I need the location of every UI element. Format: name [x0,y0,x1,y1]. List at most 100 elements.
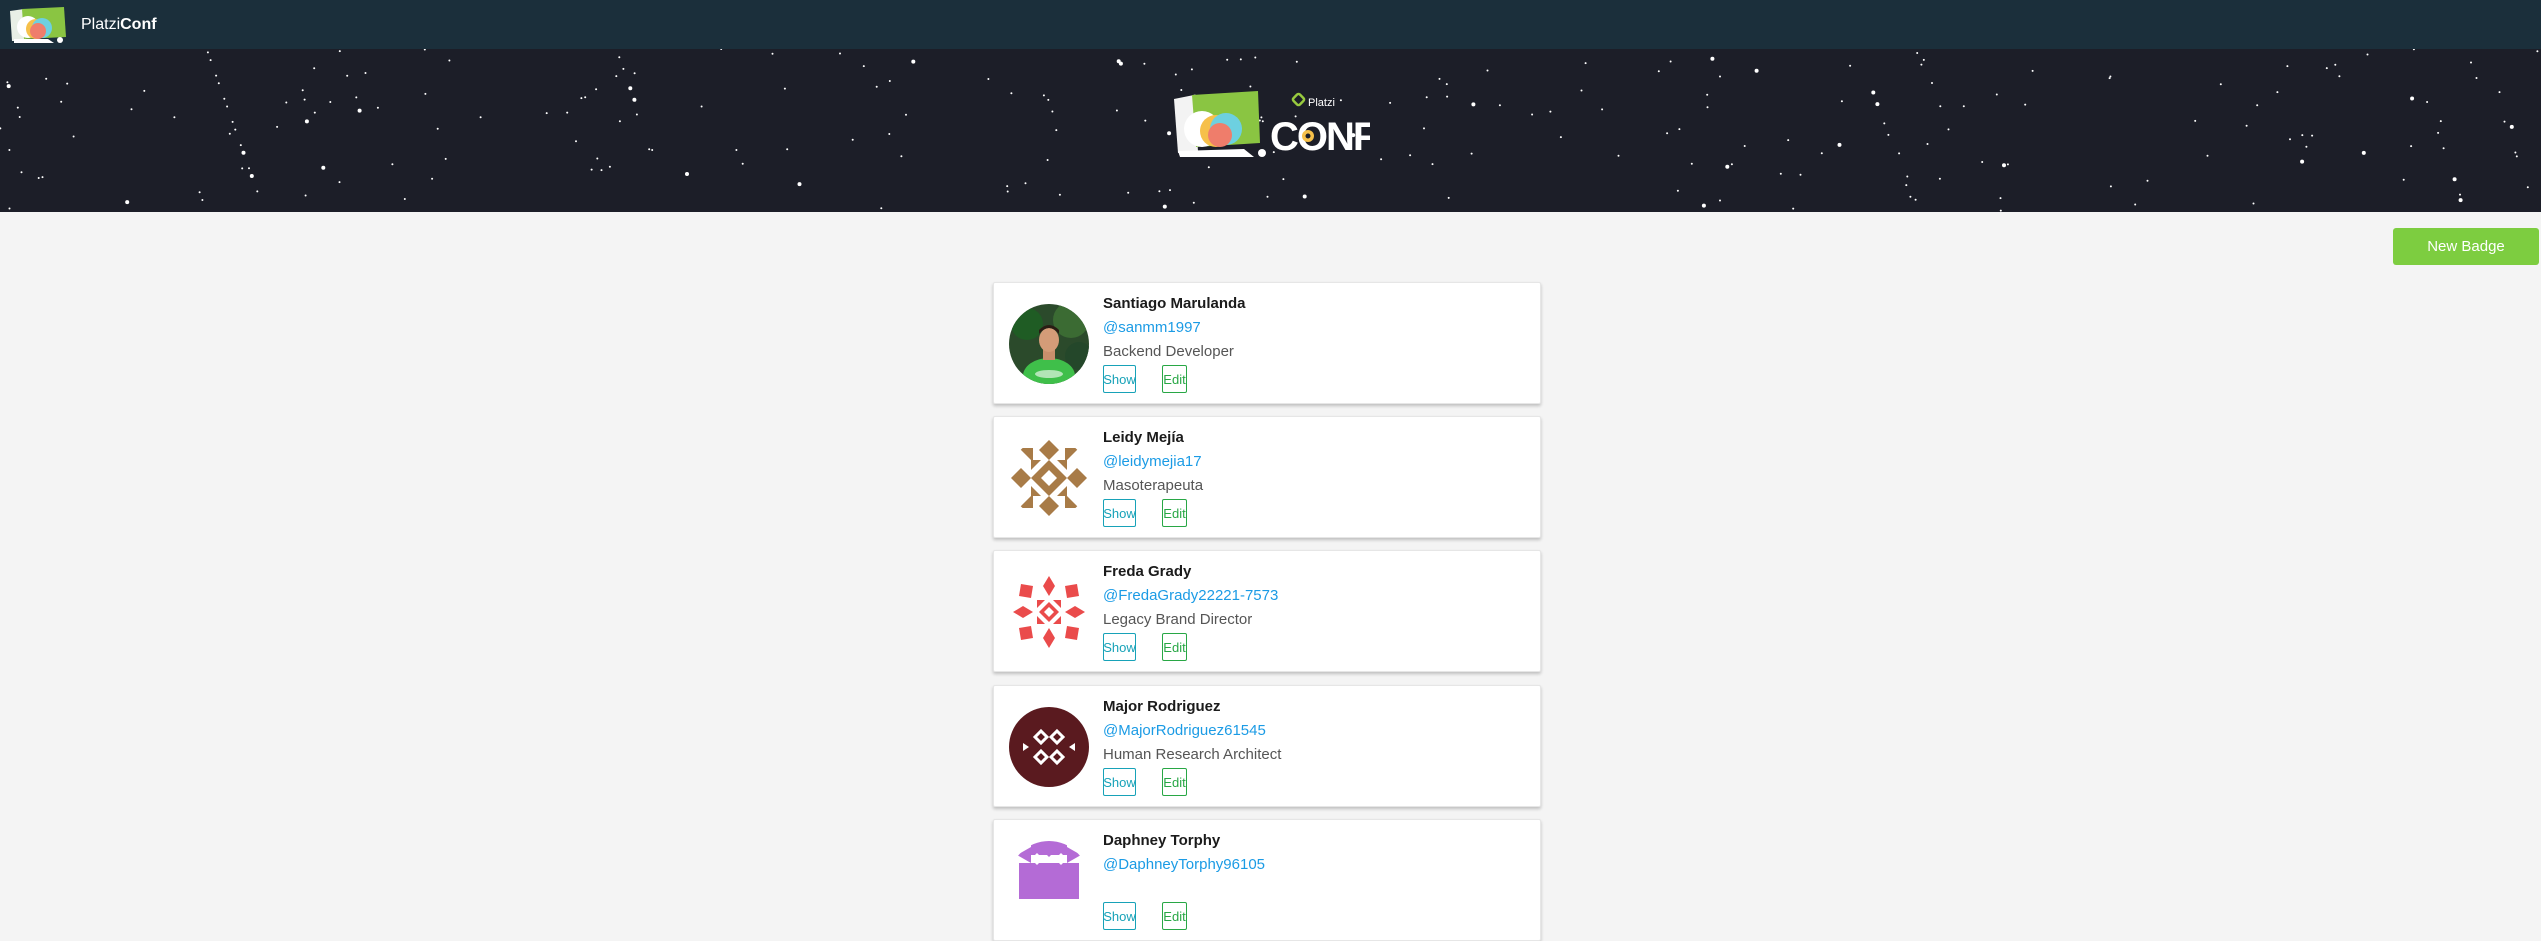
star [1837,142,1842,147]
badge-twitter-link[interactable]: @leidymejia17 [1103,453,1202,470]
star [2109,185,2112,188]
star [580,97,583,100]
star [1938,177,1941,180]
star [2305,145,2308,148]
star [2410,96,2415,101]
star [2108,77,2111,80]
badge-twitter-link[interactable]: @FredaGrady22221-7573 [1103,587,1278,604]
edit-button[interactable]: Edit [1162,365,1187,393]
star [2031,69,2034,72]
star [2256,104,2259,107]
avatar-identicon-icon [1009,438,1089,518]
star [45,77,48,80]
star [2514,151,2517,154]
star [1730,163,1733,166]
star [596,157,599,160]
star [1995,93,1998,96]
star [1266,195,1269,198]
star [1792,207,1795,210]
new-badge-button[interactable]: New Badge [2393,228,2539,265]
edit-button[interactable]: Edit [1162,633,1187,661]
star [313,67,316,70]
star [2509,124,2514,129]
star [1051,110,1054,113]
show-button[interactable]: Show [1103,768,1136,796]
star [2439,120,2442,123]
star [566,111,569,114]
star [2442,147,2445,150]
star [632,97,637,102]
star [313,111,316,114]
star [201,199,204,201]
star [2289,138,2291,141]
badge-twitter-link[interactable]: @DaphneyTorphy96105 [1103,856,1265,873]
edit-button[interactable]: Edit [1162,499,1187,527]
star [1169,189,1171,192]
badge-job-title: Backend Developer [1103,343,1234,360]
star [1192,201,1195,204]
star [423,49,426,51]
star [2206,154,2209,157]
star [1006,185,1009,188]
star [735,149,738,151]
star [355,96,358,99]
edit-button[interactable]: Edit [1162,768,1187,796]
star [1174,73,1177,76]
star [900,155,903,158]
badge-name: Daphney Torphy [1103,832,1221,849]
star [1920,63,1923,66]
badge-twitter-link[interactable]: @sanmm1997 [1103,319,1201,336]
star [72,135,75,138]
star [720,49,723,50]
star [584,96,587,99]
star [2286,65,2289,68]
star [2245,124,2248,127]
star [2311,134,2314,137]
star [2410,145,2413,148]
badge-name: Santiago Marulanda [1103,295,1246,312]
star [622,67,625,70]
star [285,101,288,104]
star [2475,77,2478,79]
star [2498,91,2501,94]
star [1926,143,1929,145]
star [987,78,990,80]
star [1046,159,1049,161]
star [1006,190,1009,193]
star [862,65,865,68]
badge-twitter-link[interactable]: @MajorRodriguez61545 [1103,722,1266,739]
star [338,181,341,184]
star [1047,98,1050,101]
star [241,150,246,155]
star [615,75,618,78]
star [1445,83,1448,86]
star [223,97,226,100]
show-button[interactable]: Show [1103,633,1136,661]
star [1409,154,1412,157]
star [2276,91,2279,94]
star [633,72,636,75]
star [2470,61,2472,64]
star [685,172,689,176]
star [364,72,367,74]
star [329,101,332,103]
show-button[interactable]: Show [1103,365,1136,393]
star [1471,102,1476,107]
star [431,177,434,180]
star [206,51,209,54]
logo-small-text: Platzi [1308,97,1335,109]
avatar-identicon-icon [1009,572,1089,652]
edit-button[interactable]: Edit [1162,902,1187,930]
star [2452,177,2457,182]
star [2301,134,2304,137]
star [618,56,621,59]
star [1024,182,1027,185]
star [608,165,611,168]
star [1446,95,1449,98]
navbar-brand-link[interactable]: PlatziConf [8,5,157,45]
star [1914,198,1917,201]
show-button[interactable]: Show [1103,902,1136,930]
star [8,149,11,151]
avatar-identicon-icon [1009,841,1089,921]
show-button[interactable]: Show [1103,499,1136,527]
